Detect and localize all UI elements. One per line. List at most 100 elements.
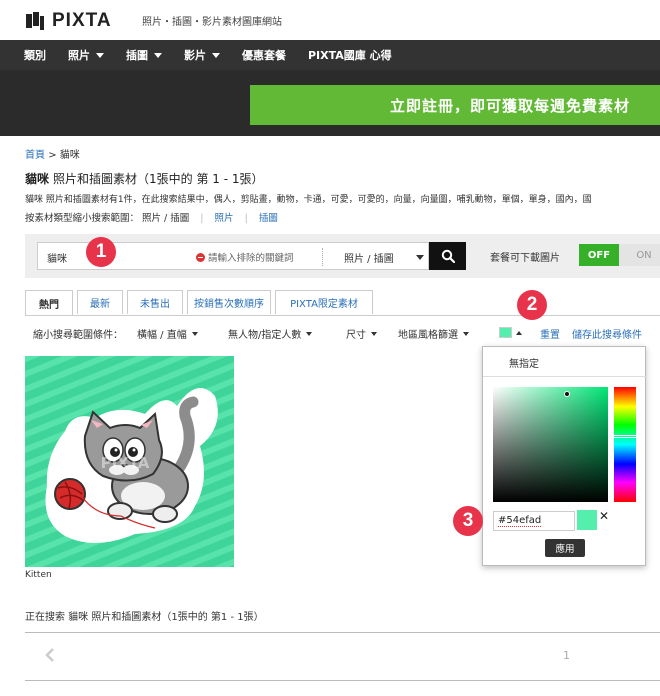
toggle-on[interactable]: ON [619, 244, 660, 266]
logo-text: PIXTA [52, 10, 112, 31]
exclude-keyword-field[interactable]: 請輸入排除的關鍵詞 [196, 250, 294, 264]
people-filter[interactable]: 無人物/指定人數 [228, 326, 313, 341]
page-title-rest: 照片和插圖素材（1張中的 第 1 - 1張） [53, 172, 264, 186]
divider: | [244, 213, 248, 224]
chevron-down-icon [154, 52, 162, 58]
chevron-down-icon [415, 255, 424, 260]
nav-item-videos[interactable]: 影片 [184, 47, 220, 63]
step-badge-2: 2 [517, 290, 547, 320]
step-badge-3: 3 [453, 506, 483, 536]
nav-item-categories[interactable]: 類別 [24, 47, 46, 63]
logo[interactable]: PIXTA [24, 10, 112, 32]
search-summary: 正在搜索 貓咪 照片和插圖素材（1張中的 第1 - 1張） [25, 612, 264, 623]
kitten-illustration: PIXTA [25, 356, 234, 567]
color-picker-popup: 無指定 #54efad ✕ 應用 [482, 346, 647, 566]
page-title-keyword: 貓咪 [25, 172, 50, 186]
close-icon[interactable]: ✕ [599, 509, 609, 523]
main-nav: 類別 照片 插圖 影片 優惠套餐 PIXTA國庫 心得 [0, 40, 660, 70]
nav-label: 影片 [184, 49, 206, 62]
refine-photo-link[interactable]: 照片 [215, 213, 234, 224]
refine-label: 按素材類型縮小搜索範圍： 照片 / 插圖 [25, 213, 190, 224]
nav-label: PIXTA國庫 心得 [308, 49, 392, 62]
saturation-handle[interactable] [564, 391, 570, 397]
search-term: 貓咪 [47, 254, 67, 265]
watermark: PIXTA [101, 454, 150, 472]
page-number[interactable]: 1 [563, 649, 570, 662]
no-color-option[interactable]: 無指定 [483, 347, 647, 377]
site-header: PIXTA 照片・插圖・影片素材圖庫網站 [0, 0, 660, 40]
minus-circle-icon [196, 252, 205, 262]
save-search-link[interactable]: 儲存此搜尋條件 [572, 326, 642, 341]
apply-button[interactable]: 應用 [545, 539, 585, 557]
result-caption[interactable]: Kitten [25, 570, 52, 580]
chevron-down-icon [306, 331, 313, 336]
chevron-down-icon [212, 52, 220, 58]
chevron-down-icon [96, 52, 104, 58]
tab-popular[interactable]: 熱門 [25, 290, 73, 316]
chevron-down-icon [191, 331, 198, 336]
sort-tabs: 熱門 最新 未售出 按銷售次數順序 PIXTA限定素材 [25, 290, 377, 316]
filter-text: 無人物/指定人數 [228, 330, 302, 341]
refine-illustration-link[interactable]: 插圖 [259, 213, 278, 224]
chevron-left-icon[interactable] [44, 648, 56, 662]
pixta-logo-icon [26, 12, 44, 30]
search-button[interactable] [429, 242, 466, 270]
nav-item-blog[interactable]: PIXTA國庫 心得 [308, 47, 392, 63]
hue-slider[interactable] [613, 387, 637, 502]
media-type-select[interactable]: 照片 / 插圖 [344, 250, 424, 265]
search-icon [441, 249, 455, 263]
filter-label: 縮小搜尋範圍條件： [33, 330, 123, 341]
chevron-down-icon [463, 331, 469, 336]
breadcrumb-home-link[interactable]: 首頁 [25, 150, 45, 161]
filter-text: 尺寸 [346, 330, 366, 341]
search-panel: 貓咪 請輸入排除的關鍵詞 照片 / 插圖 套餐可下載圖片 OFF ON [25, 234, 660, 278]
media-type-value: 照片 / 插圖 [344, 254, 394, 265]
tab-unsold[interactable]: 未售出 [127, 290, 183, 314]
orientation-filter[interactable]: 橫幅 / 直幅 [137, 326, 198, 341]
plan-download-label: 套餐可下載圖片 [490, 253, 560, 264]
reset-link[interactable]: 重置 [540, 326, 560, 341]
exclude-placeholder: 請輸入排除的關鍵詞 [208, 253, 294, 264]
color-swatch [499, 327, 512, 338]
filter-text: 地區風格篩選 [398, 330, 458, 341]
hex-value: #54efad [498, 515, 542, 527]
result-thumbnail[interactable]: PIXTA [25, 356, 234, 567]
hex-color-input[interactable]: #54efad [493, 511, 575, 531]
breadcrumb-current: 貓咪 [59, 150, 80, 161]
nav-label: 照片 [68, 49, 90, 62]
hue-handle[interactable] [613, 435, 637, 438]
breadcrumb-separator: > [48, 150, 57, 161]
page-title: 貓咪 照片和插圖素材（1張中的 第 1 - 1張） [25, 170, 264, 187]
divider [322, 248, 323, 266]
nav-item-photos[interactable]: 照片 [68, 47, 104, 63]
nav-item-plans[interactable]: 優惠套餐 [242, 47, 286, 63]
tab-pixta-exclusive[interactable]: PIXTA限定素材 [275, 290, 373, 314]
step-badge-1: 1 [86, 237, 116, 267]
chevron-down-icon [371, 331, 377, 336]
filter-bar: 縮小搜尋範圍條件： 橫幅 / 直幅 無人物/指定人數 尺寸 地區風格篩選 重置 … [25, 326, 660, 342]
color-preview-swatch [577, 510, 597, 530]
nav-label: 類別 [24, 49, 46, 62]
divider [25, 315, 660, 316]
color-filter[interactable] [499, 327, 522, 338]
divider [25, 680, 660, 681]
promo-banner: 立即註冊，即可獲取每週免費素材 [0, 70, 660, 136]
refine-by-type: 按素材類型縮小搜索範圍： 照片 / 插圖 | 照片 | 插圖 [25, 210, 278, 224]
nav-label: 優惠套餐 [242, 49, 286, 62]
filter-text: 橫幅 / 直幅 [137, 330, 187, 341]
site-tagline: 照片・插圖・影片素材圖庫網站 [142, 17, 282, 28]
nav-item-illustrations[interactable]: 插圖 [126, 47, 162, 63]
size-filter[interactable]: 尺寸 [346, 326, 377, 341]
register-button[interactable]: 立即註冊，即可獲取每週免費素材 [250, 85, 660, 125]
region-filter[interactable]: 地區風格篩選 [398, 326, 469, 341]
nav-label: 插圖 [126, 49, 148, 62]
divider [25, 632, 660, 633]
toggle-off[interactable]: OFF [579, 244, 619, 266]
plan-download-toggle[interactable]: OFF ON [579, 244, 660, 266]
search-description: 貓咪 照片和插圖素材有1件，在此搜索結果中，偶人，剪貼畫，動物，卡通，可愛，可愛… [25, 195, 592, 205]
divider: | [200, 213, 204, 224]
chevron-up-icon [516, 330, 522, 335]
saturation-picker[interactable] [493, 387, 608, 502]
tab-newest[interactable]: 最新 [77, 290, 123, 314]
tab-sales-order[interactable]: 按銷售次數順序 [187, 290, 271, 314]
